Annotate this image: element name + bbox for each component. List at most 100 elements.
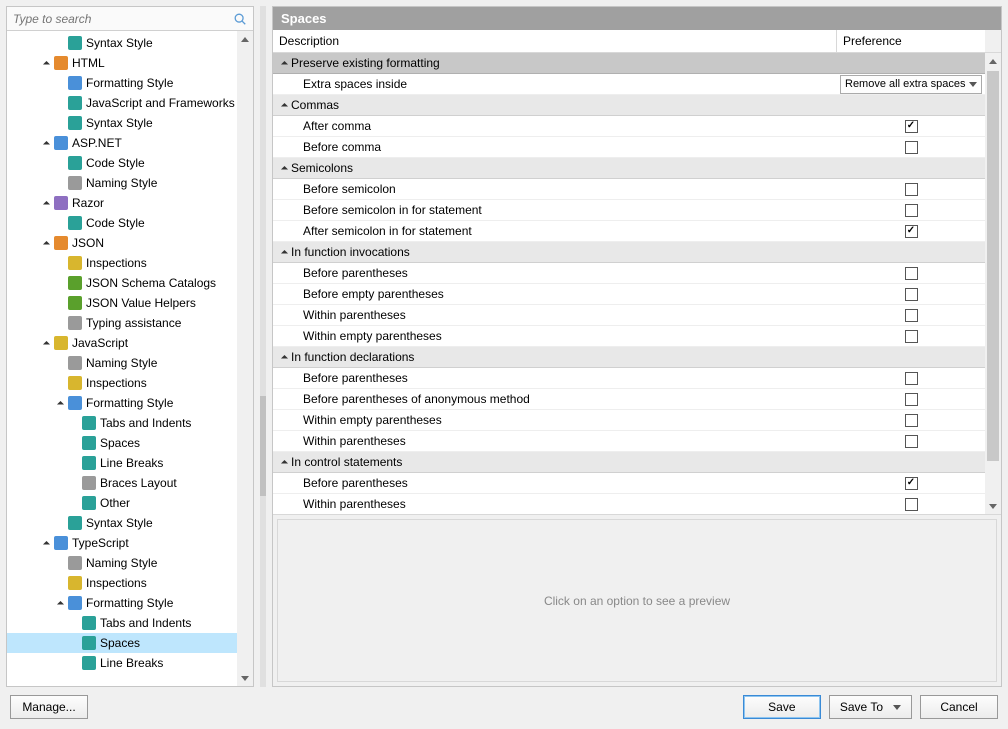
tree-item-html-formatting[interactable]: Formatting Style — [7, 73, 253, 93]
search-input[interactable] — [7, 9, 230, 29]
tree-item-ts-inspections[interactable]: Inspections — [7, 573, 253, 593]
grid-scroll-thumb[interactable] — [987, 71, 999, 461]
col-preference[interactable]: Preference — [837, 30, 985, 52]
tree-item-js-tabs-indents[interactable]: Tabs and Indents — [7, 413, 253, 433]
expand-toggle[interactable] — [39, 337, 51, 349]
checkbox[interactable] — [905, 414, 918, 427]
tree-item-ts-formatting-style[interactable]: Formatting Style — [7, 593, 253, 613]
tree-item-aspnet-naming-style[interactable]: Naming Style — [7, 173, 253, 193]
cancel-button[interactable]: Cancel — [920, 695, 998, 719]
option-row[interactable]: Within empty parentheses — [273, 326, 985, 347]
search-icon[interactable] — [230, 9, 250, 29]
tree-item-json-value-helpers[interactable]: JSON Value Helpers — [7, 293, 253, 313]
tree-item-razor[interactable]: Razor — [7, 193, 253, 213]
save-to-button[interactable]: Save To — [829, 695, 912, 719]
checkbox[interactable] — [905, 372, 918, 385]
category-row[interactable]: Commas — [273, 95, 985, 116]
collapse-toggle[interactable] — [277, 57, 289, 69]
option-row[interactable]: Within empty parentheses — [273, 410, 985, 431]
category-row[interactable]: Preserve existing formatting — [273, 53, 985, 74]
checkbox[interactable] — [905, 204, 918, 217]
expand-toggle[interactable] — [39, 237, 51, 249]
option-row[interactable]: Within parentheses — [273, 305, 985, 326]
checkbox[interactable] — [905, 435, 918, 448]
manage-button[interactable]: Manage... — [10, 695, 88, 719]
tree-item-html[interactable]: HTML — [7, 53, 253, 73]
option-row[interactable]: Extra spaces insideRemove all extra spac… — [273, 74, 985, 95]
option-row[interactable]: Before parentheses of anonymous method — [273, 389, 985, 410]
nav-tree[interactable]: Syntax StyleHTMLFormatting StyleJavaScri… — [7, 31, 253, 686]
tree-item-syntax-style[interactable]: Syntax Style — [7, 33, 253, 53]
tree-item-html-syntax-style[interactable]: Syntax Style — [7, 113, 253, 133]
checkbox[interactable] — [905, 267, 918, 280]
checkbox[interactable] — [905, 330, 918, 343]
tree-item-razor-code-style[interactable]: Code Style — [7, 213, 253, 233]
tree-item-javascript[interactable]: JavaScript — [7, 333, 253, 353]
collapse-toggle[interactable] — [277, 351, 289, 363]
scroll-down-button[interactable] — [237, 670, 253, 686]
checkbox[interactable] — [905, 309, 918, 322]
checkbox[interactable] — [905, 141, 918, 154]
option-row[interactable]: Before comma — [273, 137, 985, 158]
tree-item-js-inspections[interactable]: Inspections — [7, 373, 253, 393]
tree-item-html-js-frameworks[interactable]: JavaScript and Frameworks — [7, 93, 253, 113]
checkbox[interactable] — [905, 477, 918, 490]
col-description[interactable]: Description — [273, 30, 837, 52]
checkbox[interactable] — [905, 498, 918, 511]
expand-toggle[interactable] — [39, 137, 51, 149]
tree-item-json-typing-assist[interactable]: Typing assistance — [7, 313, 253, 333]
tree-item-json[interactable]: JSON — [7, 233, 253, 253]
expand-toggle[interactable] — [39, 537, 51, 549]
preference-dropdown[interactable]: Remove all extra spaces — [840, 75, 982, 94]
collapse-toggle[interactable] — [277, 246, 289, 258]
category-row[interactable]: Semicolons — [273, 158, 985, 179]
tree-item-ts-tabs-indents[interactable]: Tabs and Indents — [7, 613, 253, 633]
tree-item-json-inspections[interactable]: Inspections — [7, 253, 253, 273]
category-row[interactable]: In control statements — [273, 452, 985, 473]
option-row[interactable]: Within parentheses — [273, 494, 985, 515]
expand-toggle[interactable] — [53, 397, 65, 409]
tree-scrollbar[interactable] — [237, 31, 253, 686]
checkbox[interactable] — [905, 120, 918, 133]
option-row[interactable]: Before parentheses — [273, 263, 985, 284]
option-row[interactable]: Before semicolon — [273, 179, 985, 200]
scroll-up-button[interactable] — [237, 31, 253, 47]
expand-toggle[interactable] — [53, 597, 65, 609]
save-button[interactable]: Save — [743, 695, 821, 719]
tree-item-json-schema-catalogs[interactable]: JSON Schema Catalogs — [7, 273, 253, 293]
expand-toggle[interactable] — [39, 197, 51, 209]
grid-scroll-up[interactable] — [985, 53, 1001, 69]
option-row[interactable]: After comma — [273, 116, 985, 137]
tree-item-ts-naming-style[interactable]: Naming Style — [7, 553, 253, 573]
tree-item-aspnet-code-style[interactable]: Code Style — [7, 153, 253, 173]
tree-item-js-naming-style[interactable]: Naming Style — [7, 353, 253, 373]
checkbox[interactable] — [905, 393, 918, 406]
tree-item-typescript[interactable]: TypeScript — [7, 533, 253, 553]
tree-item-js-spaces[interactable]: Spaces — [7, 433, 253, 453]
tree-item-ts-spaces[interactable]: Spaces — [7, 633, 253, 653]
checkbox[interactable] — [905, 183, 918, 196]
tree-item-ts-line-breaks[interactable]: Line Breaks — [7, 653, 253, 673]
option-row[interactable]: After semicolon in for statement — [273, 221, 985, 242]
grid-scroll-down[interactable] — [985, 498, 1001, 514]
checkbox[interactable] — [905, 225, 918, 238]
tree-item-js-formatting-style[interactable]: Formatting Style — [7, 393, 253, 413]
option-row[interactable]: Within parentheses — [273, 431, 985, 452]
option-row[interactable]: Before empty parentheses — [273, 284, 985, 305]
tree-item-aspnet[interactable]: ASP.NET — [7, 133, 253, 153]
tree-item-js-other[interactable]: Other — [7, 493, 253, 513]
expand-toggle[interactable] — [39, 57, 51, 69]
tree-item-js-braces-layout[interactable]: Braces Layout — [7, 473, 253, 493]
collapse-toggle[interactable] — [277, 456, 289, 468]
collapse-toggle[interactable] — [277, 162, 289, 174]
option-row[interactable]: Before parentheses — [273, 473, 985, 494]
checkbox[interactable] — [905, 288, 918, 301]
option-row[interactable]: Before semicolon in for statement — [273, 200, 985, 221]
category-row[interactable]: In function invocations — [273, 242, 985, 263]
splitter[interactable] — [260, 6, 266, 687]
category-row[interactable]: In function declarations — [273, 347, 985, 368]
grid-scrollbar[interactable] — [985, 53, 1001, 514]
collapse-toggle[interactable] — [277, 99, 289, 111]
option-row[interactable]: Before parentheses — [273, 368, 985, 389]
tree-item-js-line-breaks[interactable]: Line Breaks — [7, 453, 253, 473]
